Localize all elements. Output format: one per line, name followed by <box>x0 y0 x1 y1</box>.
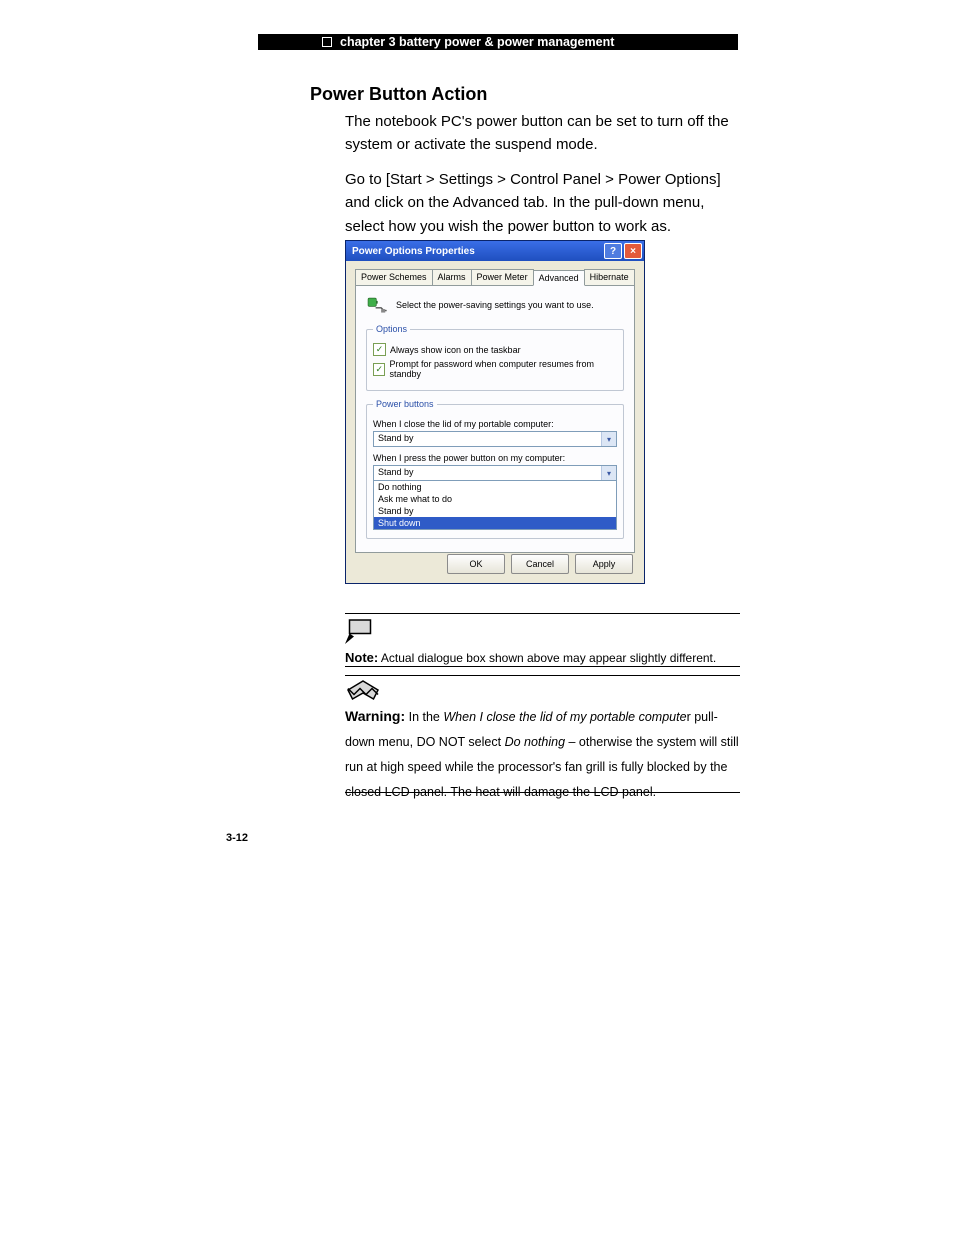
tab-advanced[interactable]: Advanced <box>533 270 585 286</box>
option-stand-by[interactable]: Stand by <box>374 505 616 517</box>
divider <box>345 613 740 614</box>
paragraph-1: The notebook PC's power button can be se… <box>345 110 745 157</box>
lid-action-label: When I close the lid of my portable comp… <box>373 419 617 429</box>
checkbox-prompt-password-label: Prompt for password when computer resume… <box>389 359 617 379</box>
chevron-down-icon: ▾ <box>601 466 616 480</box>
help-button[interactable]: ? <box>604 243 622 259</box>
checkbox-show-icon-label: Always show icon on the taskbar <box>390 345 521 355</box>
power-button-action-value: Stand by <box>374 466 601 480</box>
apply-button[interactable]: Apply <box>575 554 633 574</box>
note-label: Note: <box>345 650 378 665</box>
tab-power-meter[interactable]: Power Meter <box>471 269 534 285</box>
divider <box>345 675 740 676</box>
tab-power-schemes[interactable]: Power Schemes <box>355 269 433 285</box>
power-options-dialog: Power Options Properties ? × Power Schem… <box>345 240 645 584</box>
checkbox-prompt-password[interactable]: ✓ <box>373 363 385 376</box>
close-button[interactable]: × <box>624 243 642 259</box>
dialog-titlebar[interactable]: Power Options Properties ? × <box>346 241 644 261</box>
option-ask-me[interactable]: Ask me what to do <box>374 493 616 505</box>
battery-plug-icon <box>366 294 388 316</box>
power-button-action-options: Do nothing Ask me what to do Stand by Sh… <box>373 481 617 530</box>
lid-action-value: Stand by <box>374 432 601 446</box>
chevron-down-icon: ▾ <box>601 432 616 446</box>
warning-text: Warning: In the When I close the lid of … <box>345 702 740 805</box>
note-icon <box>345 618 381 646</box>
dialog-title: Power Options Properties <box>352 246 602 257</box>
note-body: Actual dialogue box shown above may appe… <box>378 651 716 665</box>
tab-strip: Power Schemes Alarms Power Meter Advance… <box>355 269 635 285</box>
dialog-intro-text: Select the power-saving settings you wan… <box>396 300 594 310</box>
warning-icon <box>345 678 381 702</box>
chapter-header-bar: chapter 3 battery power & power manageme… <box>258 34 738 50</box>
page-number: 3-12 <box>226 832 248 844</box>
warning-label: Warning: <box>345 708 405 724</box>
chapter-header-text: chapter 3 battery power & power manageme… <box>340 35 614 49</box>
section-title: Power Button Action <box>310 84 487 105</box>
options-group: Options ✓ Always show icon on the taskba… <box>366 324 624 391</box>
dialog-button-row: OK Cancel Apply <box>447 554 633 574</box>
options-legend: Options <box>373 324 410 334</box>
power-buttons-legend: Power buttons <box>373 399 437 409</box>
checkbox-show-icon[interactable]: ✓ <box>373 343 386 356</box>
cancel-button[interactable]: Cancel <box>511 554 569 574</box>
paragraph-2: Go to [Start > Settings > Control Panel … <box>345 168 745 238</box>
lid-action-dropdown[interactable]: Stand by ▾ <box>373 431 617 447</box>
tab-hibernate[interactable]: Hibernate <box>584 269 635 285</box>
power-buttons-group: Power buttons When I close the lid of my… <box>366 399 624 539</box>
power-button-action-label: When I press the power button on my comp… <box>373 453 617 463</box>
note-text: Note: Actual dialogue box shown above ma… <box>345 650 745 665</box>
power-button-action-dropdown[interactable]: Stand by ▾ <box>373 465 617 481</box>
ok-button[interactable]: OK <box>447 554 505 574</box>
option-shut-down[interactable]: Shut down <box>374 517 616 529</box>
dialog-client-area: Power Schemes Alarms Power Meter Advance… <box>349 263 641 580</box>
tab-body: Select the power-saving settings you wan… <box>355 285 635 553</box>
tab-alarms[interactable]: Alarms <box>432 269 472 285</box>
divider <box>345 792 740 793</box>
header-square-icon <box>322 37 332 47</box>
divider <box>345 666 740 667</box>
option-do-nothing[interactable]: Do nothing <box>374 481 616 493</box>
